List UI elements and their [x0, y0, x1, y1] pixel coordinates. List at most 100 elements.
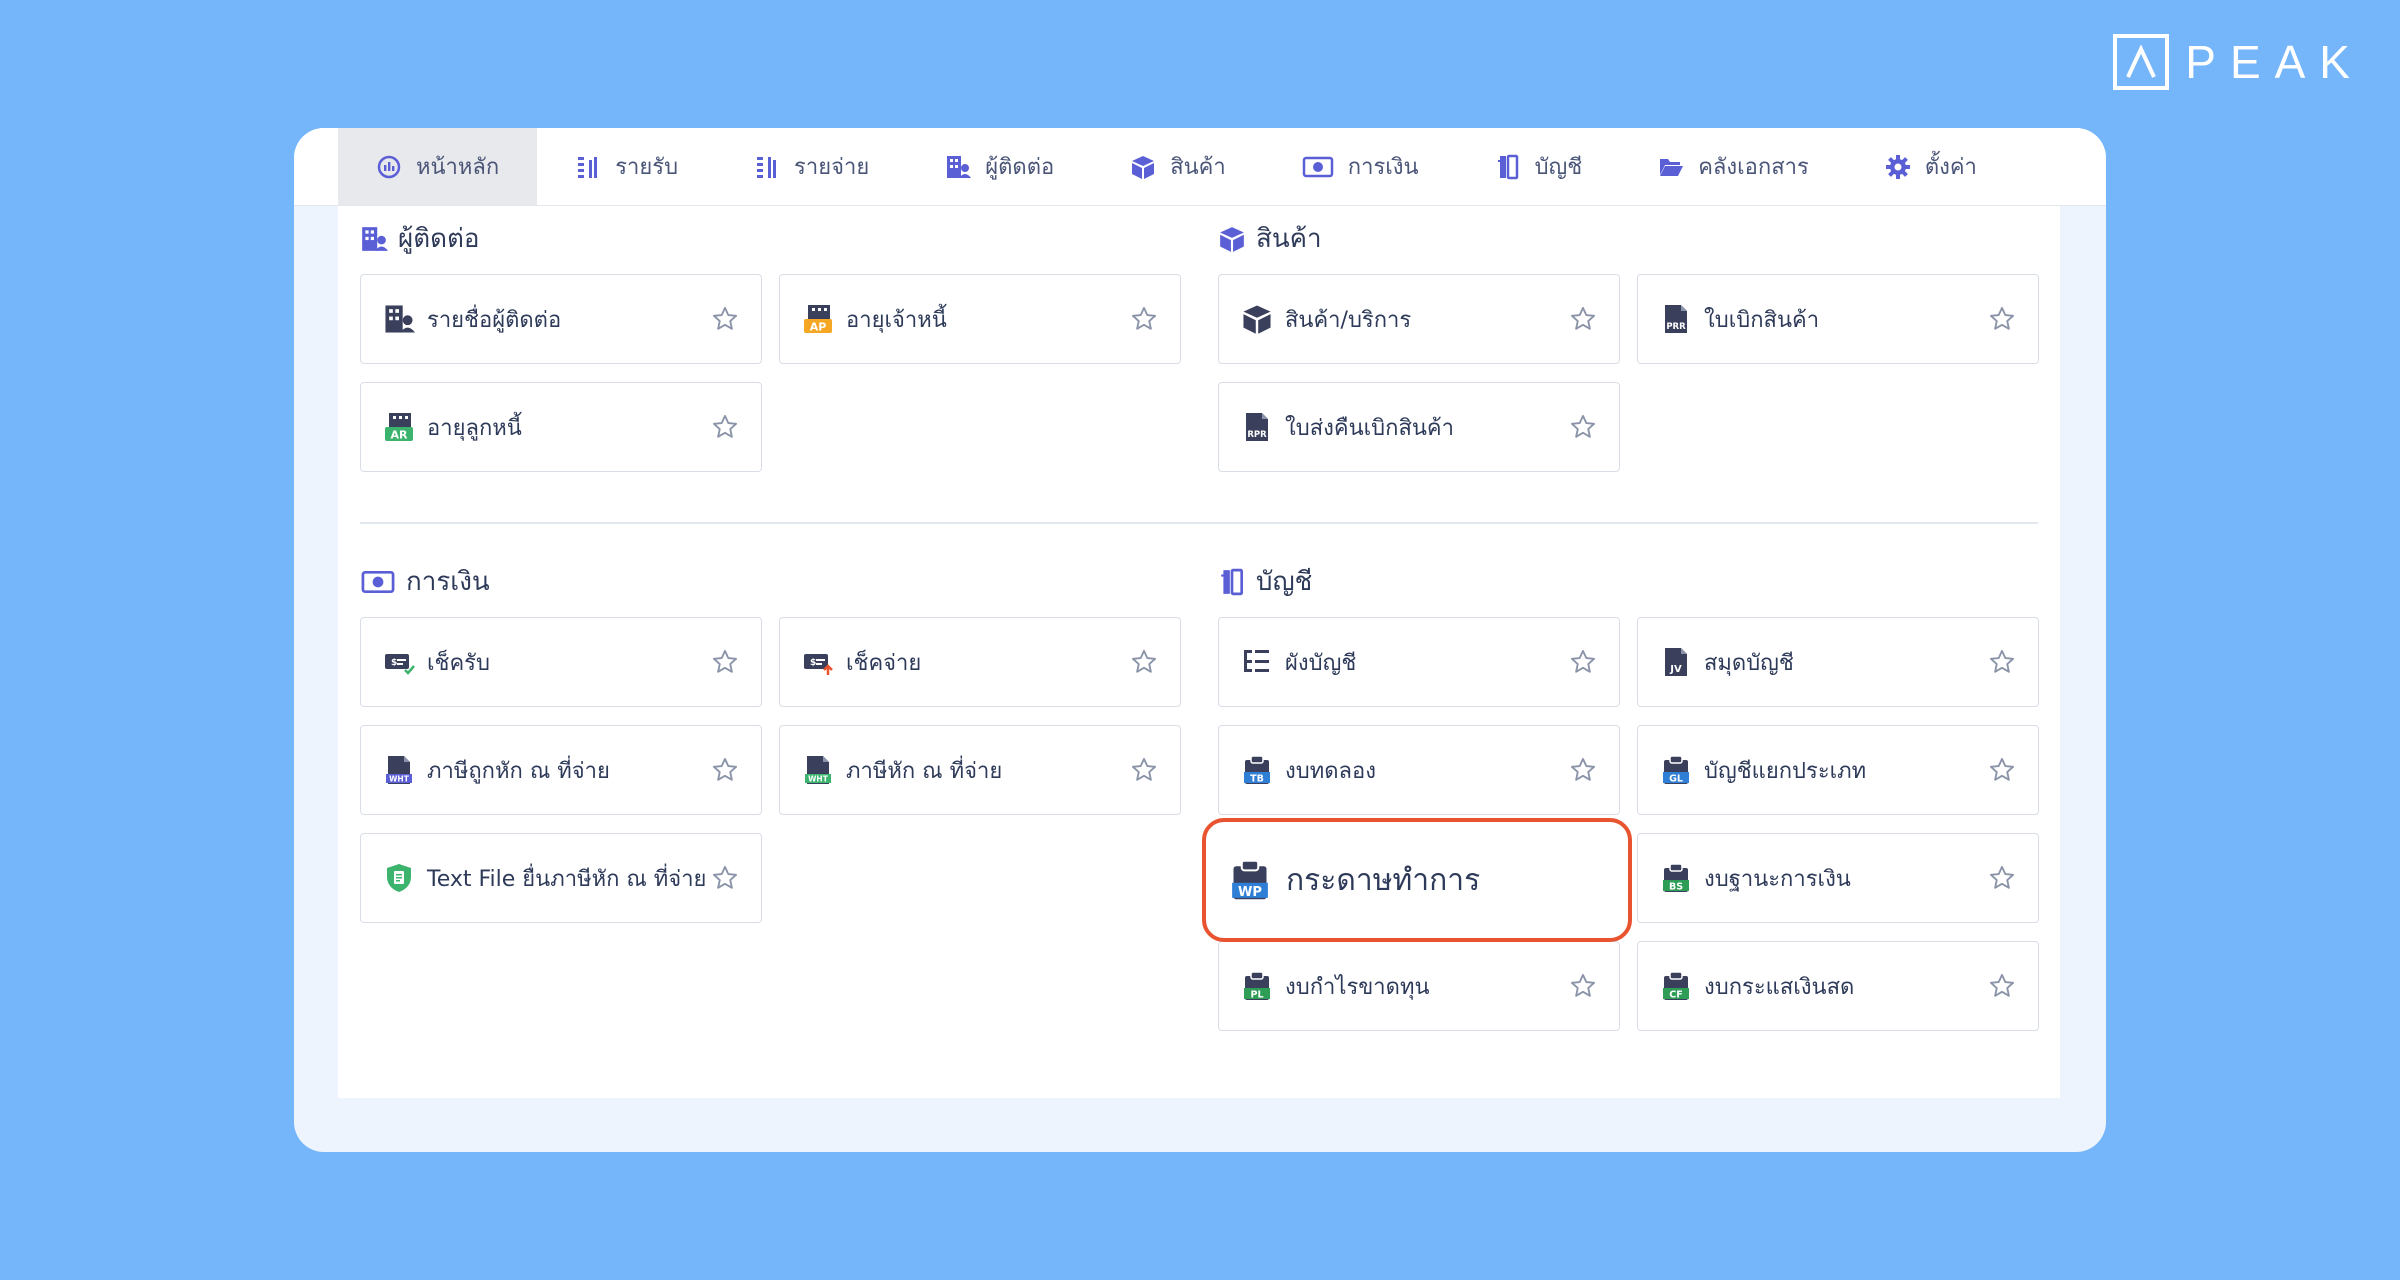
tile-label: สมุดบัญชี — [1704, 650, 1794, 676]
nav-label: สินค้า — [1170, 155, 1226, 180]
nav-products[interactable]: สินค้า — [1092, 128, 1264, 205]
section-title-contacts: ผู้ติดต่อ — [360, 218, 480, 259]
menu-tile-wht-received[interactable]: WHT ภาษีถูกหัก ณ ที่จ่าย — [360, 725, 762, 815]
star-icon[interactable] — [1988, 864, 2016, 892]
svg-text:$: $ — [391, 658, 397, 668]
contacts-icon — [385, 305, 415, 333]
section-title-products: สินค้า — [1218, 218, 1322, 259]
nav-label: ผู้ติดต่อ — [985, 155, 1055, 180]
nav-label: การเงิน — [1347, 155, 1419, 180]
peak-logo: PEAK — [2113, 34, 2364, 90]
svg-text:JV: JV — [1669, 664, 1682, 675]
star-icon[interactable] — [1988, 972, 2016, 1000]
svg-text:CF: CF — [1669, 990, 1682, 1001]
star-icon[interactable] — [1569, 756, 1597, 784]
tile-label: งบกำไรขาดทุน — [1285, 974, 1430, 1000]
star-icon[interactable] — [1569, 413, 1597, 441]
tile-label: ผังบัญชี — [1285, 650, 1357, 676]
menu-tile-balance-sheet[interactable]: BS งบฐานะการเงิน — [1637, 833, 2039, 923]
menu-tile-contact-list[interactable]: รายชื่อผู้ติดต่อ — [360, 274, 762, 364]
nav-accounting[interactable]: บัญชี — [1457, 128, 1621, 205]
tile-label: ใบส่งคืนเบิกสินค้า — [1285, 415, 1454, 441]
brand-name: PEAK — [2185, 36, 2364, 88]
income-list-icon — [578, 156, 598, 178]
menu-tile-ap-aging[interactable]: AP อายุเจ้าหนี้ — [779, 274, 1181, 364]
svg-text:WHT: WHT — [389, 775, 410, 784]
nav-home[interactable]: หน้าหลัก — [338, 128, 538, 205]
nav-finance[interactable]: การเงิน — [1264, 128, 1457, 205]
tile-label: งบฐานะการเงิน — [1704, 866, 1851, 892]
app-window: หน้าหลัก รายรับ รายจ่าย ผู้ติดต่อ สินค้า… — [294, 128, 2106, 1152]
nav-documents[interactable]: คลังเอกสาร — [1620, 128, 1847, 205]
tile-label: Text File ยื่นภาษีหัก ณ ที่จ่าย — [427, 866, 707, 892]
star-icon[interactable] — [1569, 648, 1597, 676]
tile-label: งบกระแสเงินสด — [1704, 974, 1855, 1000]
peak-logo-mark-icon — [2113, 34, 2170, 90]
nav-label: หน้าหลัก — [416, 155, 500, 180]
star-icon[interactable] — [1988, 305, 2016, 333]
nav-contacts[interactable]: ผู้ติดต่อ — [907, 128, 1092, 205]
shield-file-icon — [387, 864, 411, 892]
menu-tile-working-paper[interactable]: WP กระดาษทำการ — [1202, 818, 1632, 942]
menu-tile-journal[interactable]: JV สมุดบัญชี — [1637, 617, 2039, 707]
cf-clipboard-icon: CF — [1663, 971, 1689, 1001]
menu-tile-cash-flow[interactable]: CF งบกระแสเงินสด — [1637, 941, 2039, 1031]
star-icon[interactable] — [1130, 648, 1158, 676]
menu-tile-cheque-paid[interactable]: $ เช็คจ่าย — [779, 617, 1181, 707]
menu-content: ผู้ติดต่อ รายชื่อผู้ติดต่อ AP อายุเจ้าหน… — [338, 206, 2060, 1098]
menu-tile-wht-text-file[interactable]: Text File ยื่นภาษีหัก ณ ที่จ่าย — [360, 833, 762, 923]
ledger-icon — [1497, 154, 1518, 179]
folder-icon — [1660, 158, 1684, 176]
svg-text:TB: TB — [1250, 774, 1264, 785]
nav-label: ตั้งค่า — [1924, 155, 1977, 180]
star-icon[interactable] — [711, 756, 739, 784]
menu-tile-ar-aging[interactable]: AR อายุลูกหนี้ — [360, 382, 762, 472]
star-icon[interactable] — [711, 413, 739, 441]
svg-text:$: $ — [810, 658, 816, 668]
menu-tile-wht-paid[interactable]: WHT ภาษีหัก ณ ที่จ่าย — [779, 725, 1181, 815]
menu-tile-chart-of-accounts[interactable]: ผังบัญชี — [1218, 617, 1620, 707]
svg-text:PRR: PRR — [1666, 322, 1686, 332]
svg-text:WHT: WHT — [808, 775, 829, 784]
menu-tile-cheque-received[interactable]: $ เช็ครับ — [360, 617, 762, 707]
menu-tile-products-services[interactable]: สินค้า/บริการ — [1218, 274, 1620, 364]
star-icon[interactable] — [1130, 756, 1158, 784]
expense-list-icon — [757, 156, 777, 178]
bs-clipboard-icon: BS — [1663, 863, 1689, 893]
star-icon[interactable] — [1569, 972, 1597, 1000]
chart-of-accounts-icon — [1244, 650, 1269, 672]
menu-tile-return-product-requisition[interactable]: RPR ใบส่งคืนเบิกสินค้า — [1218, 382, 1620, 472]
tile-label: สินค้า/บริการ — [1285, 307, 1412, 333]
ar-aging-icon: AR — [385, 413, 413, 442]
svg-text:BS: BS — [1669, 882, 1683, 893]
tile-label: เช็ครับ — [427, 650, 490, 676]
star-icon[interactable] — [1130, 305, 1158, 333]
star-icon[interactable] — [1988, 756, 2016, 784]
tile-label: ใบเบิกสินค้า — [1704, 307, 1820, 333]
star-icon[interactable] — [1569, 305, 1597, 333]
cheque-paid-icon: $ — [804, 654, 833, 675]
tile-label: ภาษีถูกหัก ณ ที่จ่าย — [427, 758, 610, 784]
nav-settings[interactable]: ตั้งค่า — [1847, 128, 2015, 205]
tile-label: อายุลูกหนี้ — [427, 415, 522, 441]
star-icon[interactable] — [711, 864, 739, 892]
star-icon[interactable] — [1988, 648, 2016, 676]
menu-tile-general-ledger[interactable]: GL บัญชีแยกประเภท — [1637, 725, 2039, 815]
menu-tile-profit-loss[interactable]: PL งบกำไรขาดทุน — [1218, 941, 1620, 1031]
jv-document-icon: JV — [1665, 648, 1687, 676]
section-divider — [360, 522, 2038, 524]
prr-document-icon: PRR — [1665, 305, 1687, 333]
tb-clipboard-icon: TB — [1244, 755, 1270, 785]
star-icon[interactable] — [711, 648, 739, 676]
star-icon[interactable] — [711, 305, 739, 333]
menu-tile-product-requisition[interactable]: PRR ใบเบิกสินค้า — [1637, 274, 2039, 364]
nav-label: บัญชี — [1534, 155, 1583, 180]
nav-expense[interactable]: รายจ่าย — [716, 128, 907, 205]
contacts-icon — [362, 226, 388, 251]
box-icon — [1132, 155, 1155, 179]
wht-document-icon: WHT — [386, 756, 412, 784]
menu-tile-trial-balance[interactable]: TB งบทดลอง — [1218, 725, 1620, 815]
tile-label: อายุเจ้าหนี้ — [846, 307, 947, 333]
nav-income[interactable]: รายรับ — [537, 128, 716, 205]
cheque-received-icon: $ — [385, 654, 415, 675]
